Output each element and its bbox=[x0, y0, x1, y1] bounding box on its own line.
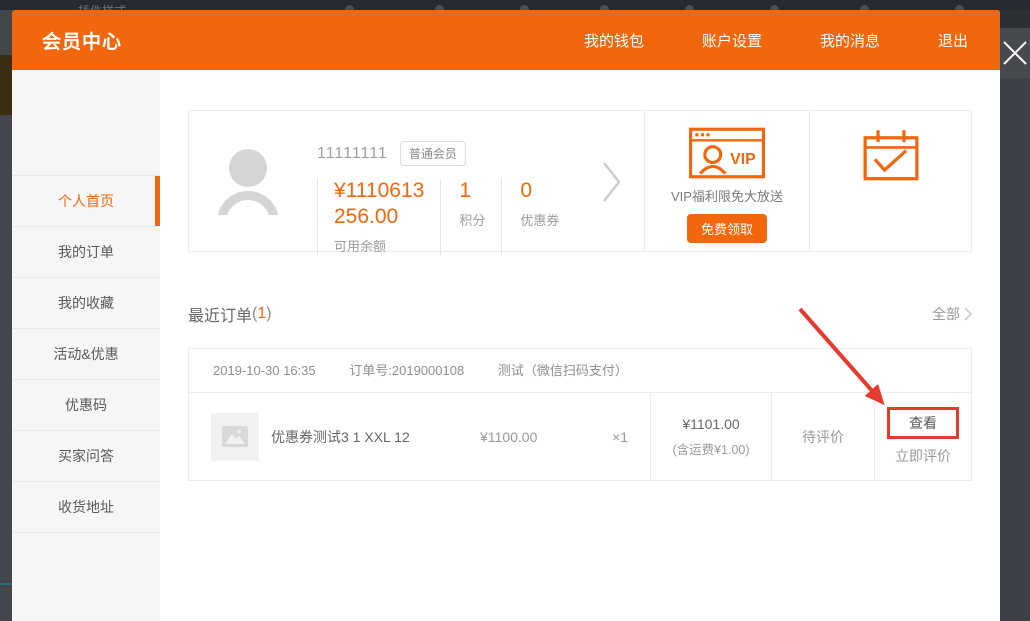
profile-info: 11111111 普通会员 ¥1110613 256.00 可用余额 1 bbox=[317, 111, 575, 251]
svg-text:VIP: VIP bbox=[730, 151, 756, 168]
sidebar-item-personal-home[interactable]: 个人首页 bbox=[12, 176, 160, 227]
header-nav: 我的钱包 账户设置 我的消息 退出 bbox=[584, 30, 968, 51]
calendar-check-icon bbox=[863, 129, 919, 181]
sidebar-item-activities-offers[interactable]: 活动&优惠 bbox=[12, 329, 160, 380]
order-body-row: 优惠券测试3 1 XXL 12 ¥1100.00 ×1 ¥1101.00 (含运… bbox=[189, 393, 971, 480]
background-line-fragment bbox=[0, 583, 12, 585]
member-level-badge: 普通会员 bbox=[400, 141, 466, 166]
review-now-button[interactable]: 立即评价 bbox=[895, 446, 951, 466]
order-datetime: 2019-10-30 16:35 bbox=[213, 363, 316, 378]
balance-label: 可用余额 bbox=[334, 236, 424, 255]
sidebar: 个人首页 我的订单 我的收藏 活动&优惠 优惠码 买家问答 收货地址 bbox=[12, 70, 160, 621]
background-toolbar-label: 插件样式 bbox=[78, 2, 126, 10]
order-number: 订单号:2019000108 bbox=[349, 363, 464, 378]
modal-header: 会员中心 我的钱包 账户设置 我的消息 退出 bbox=[12, 10, 1000, 70]
main-content: 11111111 普通会员 ¥1110613 256.00 可用余额 1 bbox=[160, 70, 1000, 621]
free-claim-button[interactable]: 免费领取 bbox=[687, 214, 767, 243]
vip-promo-text: VIP福利限免大放送 bbox=[645, 186, 809, 205]
page-title: 会员中心 bbox=[42, 27, 122, 54]
order-product-cell: 优惠券测试3 1 XXL 12 ¥1100.00 ×1 bbox=[189, 393, 650, 480]
view-order-button[interactable]: 查看 bbox=[887, 407, 959, 439]
view-all-label: 全部 bbox=[932, 304, 960, 324]
sidebar-item-coupon-code[interactable]: 优惠码 bbox=[12, 380, 160, 431]
recent-orders-count: 1 bbox=[257, 305, 266, 323]
profile-card: 11111111 普通会员 ¥1110613 256.00 可用余额 1 bbox=[188, 110, 972, 252]
coupons-label: 优惠券 bbox=[520, 210, 559, 229]
product-price: ¥1100.00 bbox=[480, 429, 584, 445]
order-total-cell: ¥1101.00 (含运费¥1.00) bbox=[650, 393, 771, 480]
order-total-amount: ¥1101.00 bbox=[682, 416, 739, 432]
points-stat: 1 积分 bbox=[440, 178, 501, 255]
order-card: 2019-10-30 16:35 订单号:2019000108 测试（微信扫码支… bbox=[188, 348, 972, 481]
recent-orders-header: 最近订单(1) 全部 bbox=[188, 302, 972, 326]
vip-promo-cell: VIP VIP福利限免大放送 免费领取 bbox=[644, 111, 809, 251]
username: 11111111 bbox=[317, 145, 388, 163]
avatar bbox=[215, 149, 281, 215]
nav-my-wallet[interactable]: 我的钱包 bbox=[584, 30, 644, 51]
coupons-value: 0 bbox=[520, 178, 559, 204]
avatar-head-shape bbox=[229, 149, 267, 187]
member-center-modal: 会员中心 我的钱包 账户设置 我的消息 退出 个人首页 我的订单 我的收藏 活动… bbox=[12, 10, 1000, 621]
balance-value-line2: 256.00 bbox=[334, 204, 424, 230]
points-label: 积分 bbox=[459, 210, 485, 229]
background-page-topbar: 插件样式 bbox=[0, 0, 1030, 10]
modal-body: 个人首页 我的订单 我的收藏 活动&优惠 优惠码 买家问答 收货地址 bbox=[12, 70, 1000, 621]
sidebar-menu: 个人首页 我的订单 我的收藏 活动&优惠 优惠码 买家问答 收货地址 bbox=[12, 175, 160, 533]
product-thumbnail[interactable] bbox=[211, 413, 259, 461]
balance-stat: ¥1110613 256.00 可用余额 bbox=[317, 178, 440, 255]
sidebar-item-my-favorites[interactable]: 我的收藏 bbox=[12, 278, 160, 329]
image-placeholder-icon bbox=[222, 426, 248, 447]
nav-my-messages[interactable]: 我的消息 bbox=[820, 30, 880, 51]
order-action-cell: 查看 立即评价 bbox=[874, 393, 971, 480]
nav-account-settings[interactable]: 账户设置 bbox=[702, 30, 762, 51]
nav-logout[interactable]: 退出 bbox=[938, 30, 968, 51]
order-status-cell: 待评价 bbox=[771, 393, 874, 480]
balance-value-line1: ¥1110613 bbox=[334, 178, 424, 204]
close-button[interactable] bbox=[1000, 28, 1030, 78]
points-value: 1 bbox=[459, 178, 485, 204]
order-status: 待评价 bbox=[802, 427, 844, 447]
profile-detail-chevron[interactable] bbox=[602, 161, 622, 208]
background-logo-fragment bbox=[0, 55, 12, 115]
view-all-orders-link[interactable]: 全部 bbox=[932, 304, 972, 324]
order-header-row: 2019-10-30 16:35 订单号:2019000108 测试（微信扫码支… bbox=[189, 349, 971, 393]
chevron-right-small-icon bbox=[964, 307, 972, 321]
chevron-right-icon bbox=[602, 161, 622, 203]
close-icon bbox=[1002, 40, 1028, 66]
recent-orders-title: 最近订单 bbox=[188, 302, 252, 326]
sidebar-item-shipping-address[interactable]: 收货地址 bbox=[12, 482, 160, 533]
sidebar-item-buyer-qa[interactable]: 买家问答 bbox=[12, 431, 160, 482]
signin-calendar-cell[interactable] bbox=[809, 111, 971, 251]
product-quantity: ×1 bbox=[584, 429, 640, 445]
vip-browser-icon: VIP bbox=[689, 127, 765, 179]
sidebar-item-my-orders[interactable]: 我的订单 bbox=[12, 227, 160, 278]
avatar-shoulders-shape bbox=[217, 191, 279, 215]
background-overlay-corner bbox=[1000, 10, 1030, 28]
order-remark: 测试（微信扫码支付） bbox=[498, 363, 628, 378]
profile-summary: 11111111 普通会员 ¥1110613 256.00 可用余额 1 bbox=[189, 111, 644, 251]
product-name[interactable]: 优惠券测试3 1 XXL 12 bbox=[271, 427, 480, 447]
recent-orders-count-paren: ) bbox=[266, 305, 271, 323]
coupons-stat: 0 优惠券 bbox=[501, 178, 575, 255]
background-page-left-edge bbox=[0, 10, 12, 621]
order-shipping-note: (含运费¥1.00) bbox=[672, 439, 749, 458]
